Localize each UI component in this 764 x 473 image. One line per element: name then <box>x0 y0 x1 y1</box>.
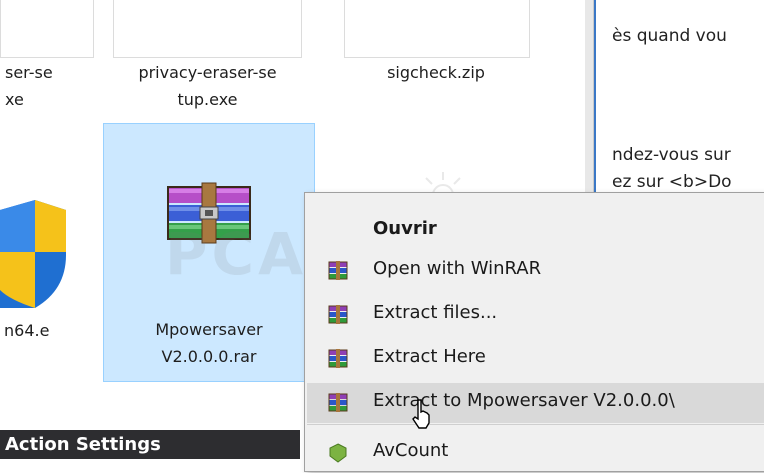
file-thumbnail-sigcheck[interactable] <box>344 0 530 58</box>
menu-separator <box>307 424 764 425</box>
menu-item-open[interactable]: Ouvrir <box>307 211 764 251</box>
file-label-sigcheck[interactable]: sigcheck.zip <box>344 59 528 86</box>
winrar-icon <box>328 260 348 281</box>
file-name-line: V2.0.0.0.rar <box>161 347 257 366</box>
menu-item-avcount[interactable]: AvCount <box>307 433 764 473</box>
menu-item-label: Extract files... <box>373 302 498 323</box>
file-name-line: xe <box>5 90 24 109</box>
file-name-line: privacy-eraser-se <box>138 63 277 82</box>
action-settings-bar[interactable]: Action Settings <box>0 430 300 459</box>
file-label-privacy-eraser[interactable]: privacy-eraser-se tup.exe <box>105 59 310 113</box>
menu-item-label: Open with WinRAR <box>373 258 542 279</box>
file-name-line: n64.e <box>4 321 50 340</box>
context-menu: Ouvrir Open with WinRAR Extract files...… <box>304 192 764 472</box>
file-name-line: tup.exe <box>177 90 238 109</box>
winrar-icon <box>328 304 348 325</box>
avast-icon <box>329 443 347 463</box>
document-text-line: ez sur <b>Do <box>612 172 732 192</box>
file-label-partial[interactable]: ser-se xe <box>0 59 75 113</box>
winrar-icon <box>328 348 348 369</box>
mouse-cursor-icon <box>412 399 430 429</box>
menu-item-extract-files[interactable]: Extract files... <box>307 295 764 335</box>
file-name-line: ser-se <box>5 63 53 82</box>
menu-item-label: Extract Here <box>373 346 486 367</box>
document-text-line: ndez-vous sur <box>612 145 731 165</box>
file-thumbnail-privacy-eraser[interactable] <box>113 0 302 58</box>
menu-item-extract-here[interactable]: Extract Here <box>307 339 764 379</box>
file-thumbnail-top-left[interactable] <box>0 0 94 58</box>
winrar-icon <box>328 392 348 413</box>
menu-item-extract-to-folder[interactable]: Extract to Mpowersaver V2.0.0.0\ <box>307 383 764 423</box>
menu-item-label: Ouvrir <box>373 218 437 239</box>
menu-item-open-with-winrar[interactable]: Open with WinRAR <box>307 251 764 291</box>
document-text-line: ès quand vou <box>612 26 727 46</box>
file-name-line: sigcheck.zip <box>387 63 485 82</box>
file-label-mpowersaver: Mpowersaver V2.0.0.0.rar <box>104 316 314 370</box>
menu-item-label: AvCount <box>373 440 449 461</box>
uac-shield-icon <box>0 200 66 308</box>
file-label-n64[interactable]: n64.e <box>0 317 84 344</box>
file-name-line: Mpowersaver <box>155 320 263 339</box>
